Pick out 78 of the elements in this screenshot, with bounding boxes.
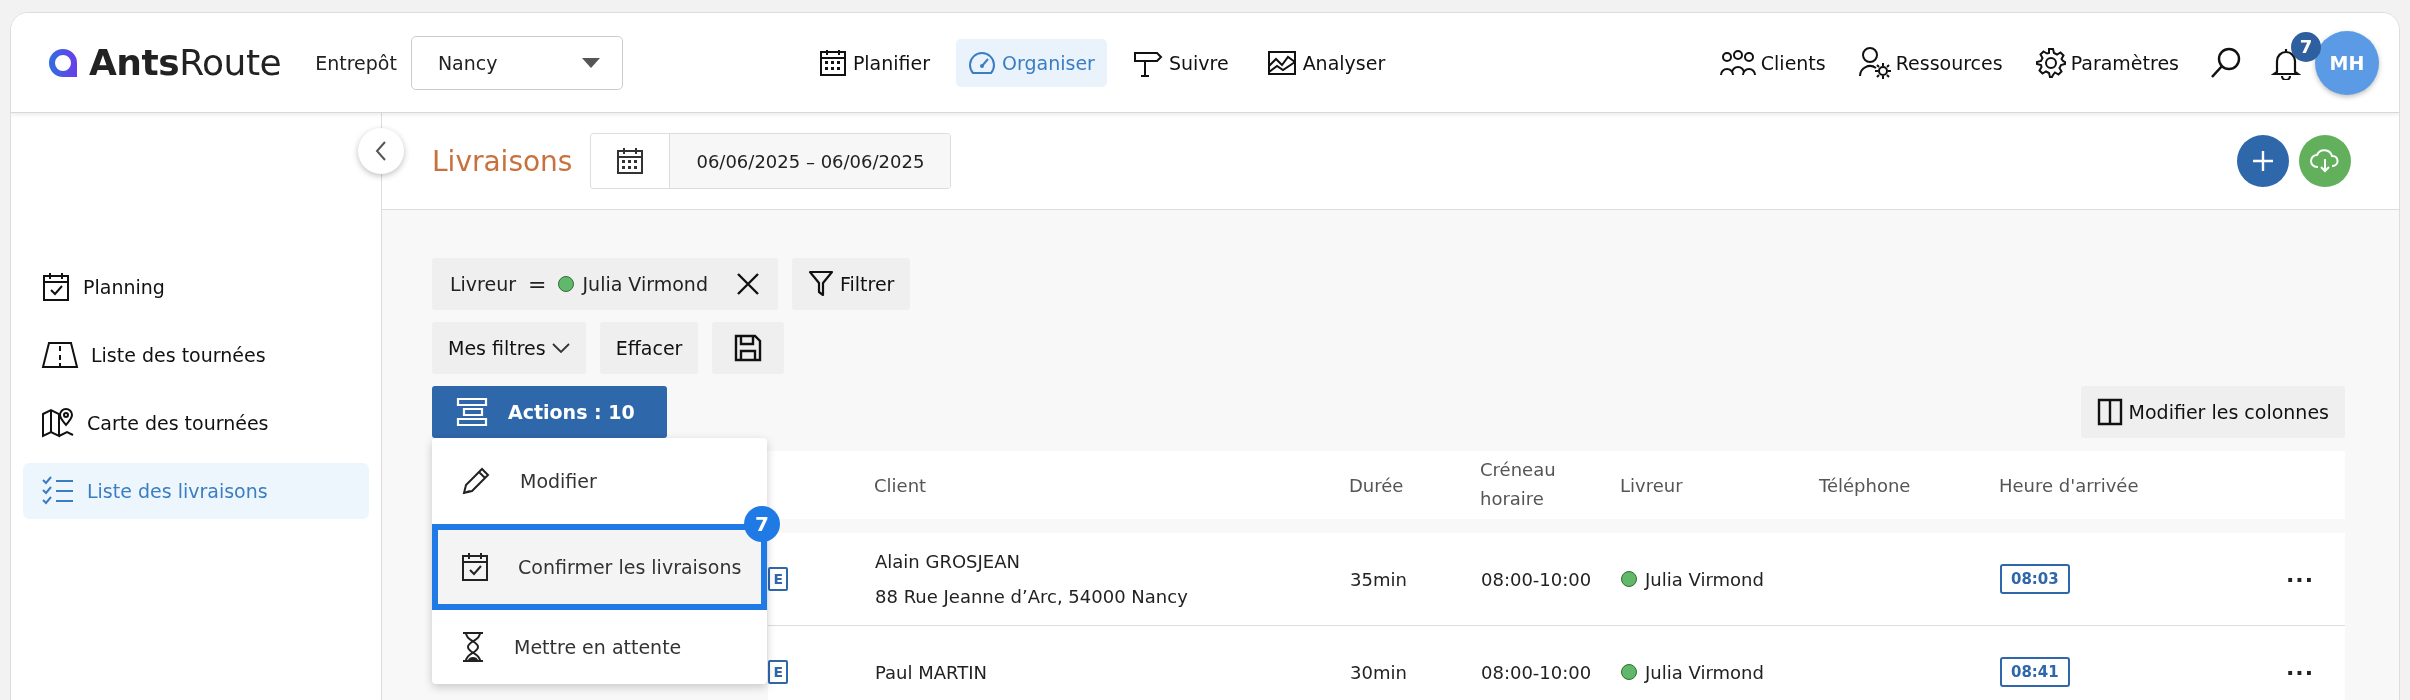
more-options-button[interactable]: ··· [2285,659,2315,685]
nav-tab[interactable]: Suivre [1120,38,1241,87]
nav-tab[interactable]: Planifier [806,38,943,87]
menu-item[interactable]: Mettre en attente [432,610,767,684]
checklist-icon [41,476,75,506]
arrival-time-tag: 08:41 [2000,657,2070,687]
client-name: Alain GROSJEAN [875,551,1020,572]
gear-icon [2034,46,2067,79]
sidebar-item[interactable]: Planning [23,259,369,315]
nav-tab[interactable]: Analyser [1254,38,1398,87]
page-title: Livraisons [432,144,573,178]
time-slot-cell-text: 08:00-10:00 [1481,568,1593,590]
toolbar-link[interactable]: Clients [1718,45,1826,80]
close-icon[interactable] [735,272,760,296]
funnel-icon [807,270,834,298]
toolbar-link[interactable]: Paramètres [2034,45,2179,80]
status-dot [1621,571,1637,587]
my-filters-dropdown[interactable]: Mes filtres [432,322,586,374]
logo-text: AntsRoute [89,42,282,83]
sidebar-item[interactable]: Liste des tournées [23,327,369,383]
filter-button[interactable]: Filtrer [791,258,911,310]
calendar-check-icon [41,272,71,302]
warehouse-select[interactable]: Nancy [410,35,623,90]
chart-icon [1266,49,1297,76]
nav-tab[interactable]: Organiser [956,38,1107,87]
people-icon [1718,48,1757,77]
toolbar-link[interactable]: Ressources [1857,45,2003,80]
pencil-icon [460,465,492,497]
filter-value: Julia Virmond [582,273,708,295]
actions-button[interactable]: Actions : 10 [432,386,667,438]
date-range-picker[interactable]: 06/06/2025 – 06/06/2025 [590,133,952,189]
search-icon[interactable] [2209,45,2243,80]
column-header: Heure d'arrivée [1999,474,2140,496]
hourglass-icon [460,631,486,663]
arrival-time-tag: 08:03 [2000,564,2070,594]
add-button[interactable] [2237,135,2289,187]
column-header: Téléphone [1819,474,1912,496]
plus-icon [2251,149,2275,173]
notification-badge: 7 [2291,31,2321,62]
columns-icon [2096,398,2123,426]
warehouse-label: Entrepôt [315,51,397,74]
user-gear-icon [1857,45,1892,80]
client-address: 88 Rue Jeanne d’Arc, 54000 Nancy [875,586,1188,607]
driver-name: Julia Virmond [1645,568,1764,590]
status-dot [1621,664,1637,680]
road-icon [41,340,79,370]
calendar-icon [818,48,847,77]
client-name: Paul MARTIN [875,661,988,683]
calendar-check-icon [460,552,490,582]
bars-icon [454,396,490,428]
column-header: Client [874,474,928,496]
calendar-icon [616,147,645,175]
column-header: Durée [1349,474,1405,496]
collapse-button[interactable] [358,128,404,174]
caret-icon [581,57,600,68]
cloud-download-icon [2310,148,2340,174]
column-header: Livreur [1620,474,1684,496]
save-button[interactable] [712,322,785,374]
gauge-icon [968,50,997,75]
time-slot-cell-text: 08:00-10:00 [1481,661,1593,683]
table-row[interactable]: E Paul MARTIN 30min 08:00-10:00 Julia Virmond 08:41 ··· [768,626,2345,700]
chevron-left-icon [374,139,388,163]
duration-cell-text: 30min [1350,661,1408,683]
driver-name: Julia Virmond [1645,661,1764,683]
filter-field: Livreur [450,273,517,295]
map-pin-icon [41,407,75,439]
table-row[interactable]: E Alain GROSJEAN 88 Rue Jeanne d’Arc, 54000 Nancy 35min 08:00-10:00 Julia Virmond 08:03 ··· [768,533,2345,626]
columns-button[interactable]: Modifier les colonnes [2080,386,2345,438]
chevron-down-icon [551,343,570,353]
sidebar-item[interactable]: Liste des livraisons [23,463,369,519]
clear-button[interactable]: Effacer [599,322,699,374]
column-header: Créneau horaire [1480,458,1557,511]
status-dot [558,276,575,292]
download-button[interactable] [2299,135,2351,187]
sidebar-item[interactable]: Carte des tournées [23,395,369,451]
duration-cell-text: 35min [1350,568,1408,590]
more-options-button[interactable]: ··· [2285,566,2315,592]
filter-operator: = [528,271,547,297]
